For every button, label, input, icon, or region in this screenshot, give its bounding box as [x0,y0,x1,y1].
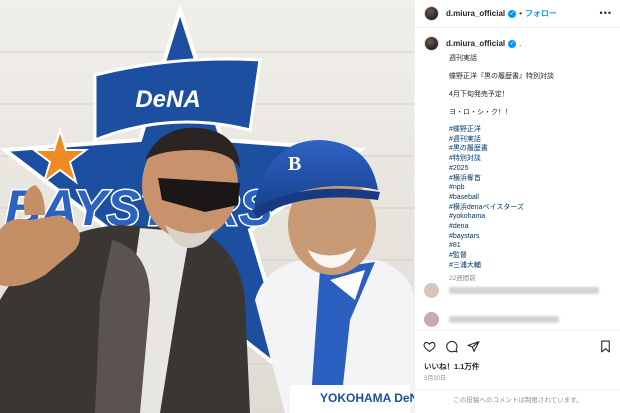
caption-line: ヨ・ロ・シ・ク！！ [449,109,512,116]
hashtag-link[interactable]: #横浜denaベイスターズ [449,203,614,213]
caption-header: d.miura_official ✓ . [424,36,521,51]
cap-logo: B [288,153,301,175]
bookmark-icon[interactable] [599,340,612,353]
avatar[interactable] [424,6,439,21]
actions-bar: いいね！1.1万件 3月20日 この投稿へのコメントは制限されています。 [415,330,620,410]
heart-icon[interactable] [423,340,436,353]
post-photo[interactable]: DeNA BAYSTARS YOKOHAMA DeNA B [0,0,414,413]
comment-row [424,283,599,298]
comment-row [424,312,559,327]
hashtag-link[interactable]: #黒の履歴書 [449,144,614,154]
hashtag-link[interactable]: #dena [449,222,614,232]
hashtag-link[interactable]: #yokohama [449,212,614,222]
comment-avatar[interactable] [424,312,439,327]
hashtag-link[interactable]: #npb [449,183,614,193]
post-side-panel: d.miura_official ✓ • フォロー ••• d.miura_of… [414,0,620,413]
post-date[interactable]: 3月20日 [424,373,446,382]
separator-dot: • [519,9,522,18]
hashtag-link[interactable]: #baseball [449,193,614,203]
comment-avatar[interactable] [424,283,439,298]
hashtag-link[interactable]: #2025 [449,164,614,174]
caption-body: 週刊実話 蝶野正洋『黒の履歴書』特別対談 4月下旬発売予定！ ヨ・ロ・シ・ク！！… [449,54,614,284]
caption-verified-icon: ✓ [508,39,517,48]
comment-text-blurred [449,316,559,323]
comment-text-blurred [449,287,599,294]
caption-username[interactable]: d.miura_official [446,39,505,48]
hashtag-link[interactable]: #横浜奪首 [449,174,614,184]
caption-avatar[interactable] [424,36,439,51]
hashtag-link[interactable]: #三浦大輔 [449,261,614,271]
follow-button[interactable]: フォロー [525,8,557,19]
likes-count[interactable]: いいね！1.1万件 [424,361,479,372]
hashtag-link[interactable]: #baystars [449,232,614,242]
verified-icon: ✓ [508,9,517,18]
hashtag-link[interactable]: #特別対談 [449,154,614,164]
share-icon[interactable] [467,340,480,353]
post-image: DeNA BAYSTARS YOKOHAMA DeNA B [0,0,414,413]
caption-line: 週刊実話 [449,55,477,62]
caption-line: 4月下旬発売予定！ [449,91,509,98]
comment-icon[interactable] [445,340,458,353]
jersey-text: YOKOHAMA DeNA [320,391,414,405]
more-options-icon[interactable]: ••• [600,8,612,18]
post-header: d.miura_official ✓ • フォロー ••• [415,0,620,28]
hashtag-list: #蝶野正洋 #週刊実話 #黒の履歴書 #特別対談 #2025 #横浜奪首 #np… [449,125,614,271]
hashtag-link[interactable]: #週刊実話 [449,135,614,145]
hashtag-link[interactable]: #監督 [449,251,614,261]
caption-dot: . [519,39,522,48]
caption-line: 蝶野正洋『黒の履歴書』特別対談 [449,73,554,80]
logo-text: DeNA [135,86,200,113]
comments-restricted-notice: この投稿へのコメントは制限されています。 [415,389,620,411]
hashtag-link[interactable]: #81 [449,241,614,251]
hashtag-link[interactable]: #蝶野正洋 [449,125,614,135]
username-link[interactable]: d.miura_official [446,9,505,18]
